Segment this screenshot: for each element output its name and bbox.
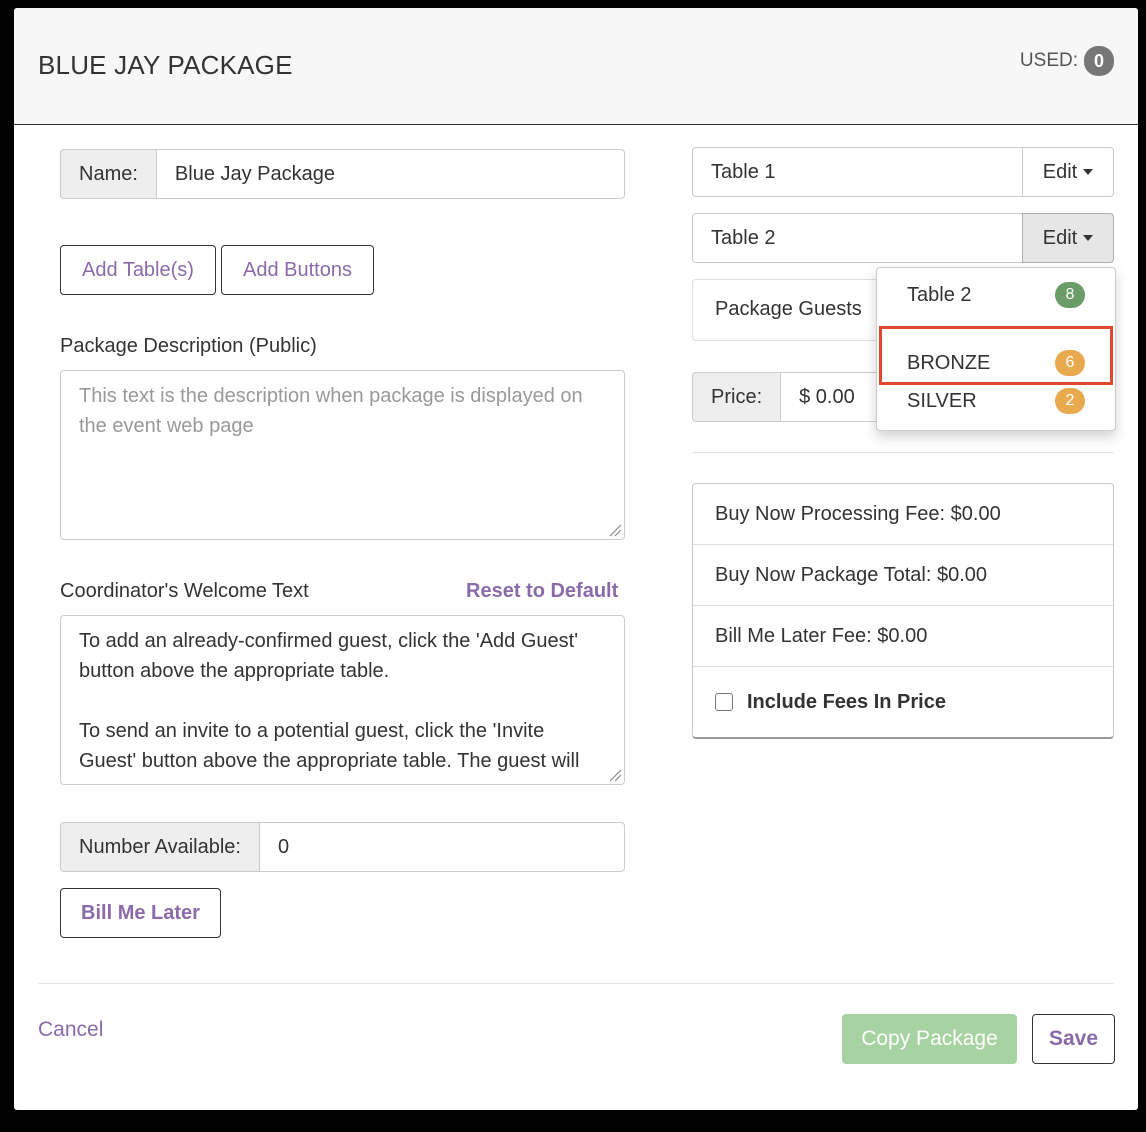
table-row: Table 2 Edit: [692, 213, 1114, 263]
welcome-text-paragraph-2: To send an invite to a potential guest, …: [79, 720, 580, 772]
footer-divider: [38, 983, 1114, 984]
modal-header: BLUE JAY PACKAGE USED: 0: [14, 8, 1138, 125]
package-total: Buy Now Package Total: $0.00: [693, 545, 1113, 606]
resize-handle-icon[interactable]: [608, 523, 622, 537]
copy-package-button[interactable]: Copy Package: [842, 1014, 1017, 1064]
description-textarea[interactable]: This text is the description when packag…: [60, 370, 625, 540]
fees-panel: Buy Now Processing Fee: $0.00 Buy Now Pa…: [692, 483, 1114, 739]
edit-dropdown-button[interactable]: Edit: [1022, 213, 1114, 263]
save-button[interactable]: Save: [1032, 1014, 1115, 1064]
dropdown-item-silver[interactable]: SILVER 2: [877, 384, 1115, 418]
bill-later-fee: Bill Me Later Fee: $0.00: [693, 606, 1113, 667]
price-input-group: Price: $ 0.00: [692, 372, 892, 422]
cancel-link[interactable]: Cancel: [38, 1018, 103, 1042]
resize-handle-icon[interactable]: [608, 768, 622, 782]
include-fees-row[interactable]: Include Fees In Price: [693, 667, 1113, 737]
welcome-text-paragraph-1: To add an already-confirmed guest, click…: [79, 630, 579, 682]
description-label: Package Description (Public): [60, 335, 317, 357]
package-guests-label: Package Guests: [715, 298, 862, 320]
name-input-group: Name: Blue Jay Package: [60, 149, 625, 199]
highlight-box: [879, 326, 1113, 385]
description-placeholder: This text is the description when packag…: [79, 385, 583, 437]
table-name-input[interactable]: Table 2: [692, 213, 1022, 263]
edit-dropdown-button[interactable]: Edit: [1022, 147, 1114, 197]
table-row: Table 1 Edit: [692, 147, 1114, 197]
number-available-input[interactable]: 0: [258, 822, 625, 872]
divider: [692, 452, 1114, 453]
name-input[interactable]: Blue Jay Package: [155, 149, 625, 199]
welcome-textarea[interactable]: To add an already-confirmed guest, click…: [60, 615, 625, 785]
dropdown-item-table-2[interactable]: Table 2 8: [877, 278, 1115, 312]
used-indicator: USED: 0: [1020, 46, 1114, 76]
reset-to-default-link[interactable]: Reset to Default: [466, 580, 618, 603]
dropdown-item-label: Table 2: [907, 283, 972, 306]
add-buttons-button[interactable]: Add Buttons: [221, 245, 374, 295]
edit-label: Edit: [1042, 160, 1078, 183]
caret-down-icon: [1083, 169, 1094, 175]
used-count-badge: 0: [1084, 46, 1114, 76]
add-tables-button[interactable]: Add Table(s): [60, 245, 216, 295]
processing-fee: Buy Now Processing Fee: $0.00: [693, 484, 1113, 545]
used-label: USED:: [1019, 50, 1078, 71]
count-badge: 8: [1055, 282, 1085, 308]
package-modal: BLUE JAY PACKAGE USED: 0 Name: Blue Jay …: [14, 8, 1138, 1110]
count-badge: 2: [1055, 388, 1085, 414]
caret-down-icon: [1083, 235, 1094, 241]
include-fees-checkbox[interactable]: [715, 693, 733, 711]
include-fees-label: Include Fees In Price: [747, 690, 946, 713]
edit-label: Edit: [1042, 226, 1078, 249]
welcome-label: Coordinator's Welcome Text: [60, 580, 309, 602]
name-label: Name:: [60, 149, 156, 199]
table-name-input[interactable]: Table 1: [692, 147, 1022, 197]
number-available-label: Number Available:: [60, 822, 259, 872]
number-available-group: Number Available: 0: [60, 822, 625, 872]
page-title: BLUE JAY PACKAGE: [38, 50, 293, 80]
price-label: Price:: [692, 372, 781, 422]
dropdown-item-label: SILVER: [907, 389, 977, 412]
bill-me-later-button[interactable]: Bill Me Later: [60, 888, 221, 938]
